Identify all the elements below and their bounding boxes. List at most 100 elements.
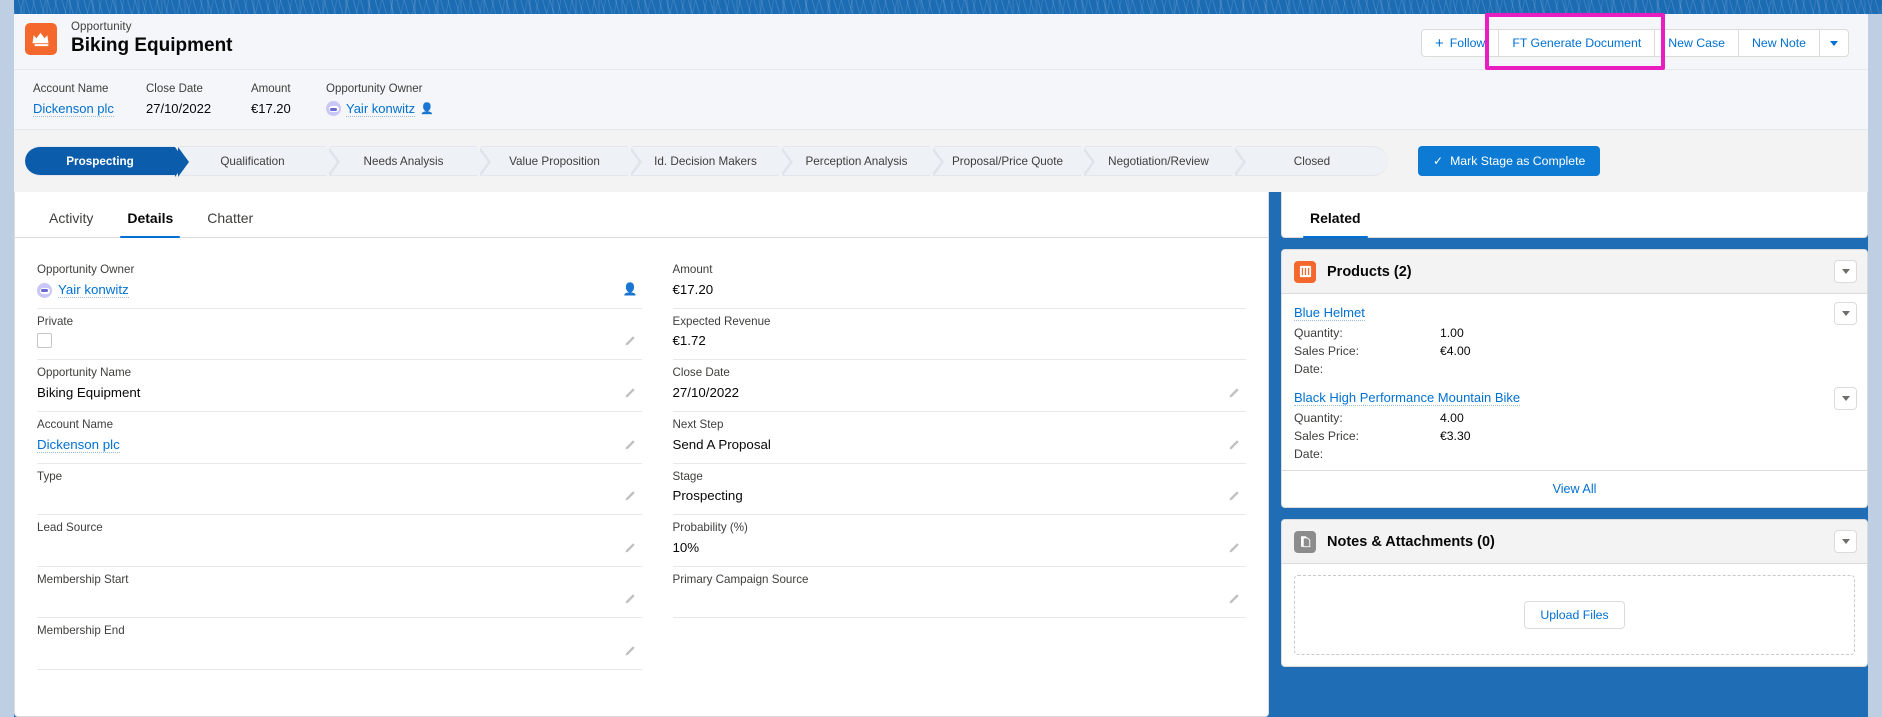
path-stage-qualification[interactable]: Qualification <box>179 146 326 176</box>
field-label: Close Date <box>673 365 1247 381</box>
field-close-date: Close Date 27/10/2022 <box>673 360 1247 412</box>
details-column-right: Amount €17.20 Expected Revenue €1.72 Clo… <box>642 257 1247 670</box>
product-icon <box>1294 261 1316 283</box>
field-amount: Amount €17.20 <box>673 257 1247 309</box>
edit-pencil-icon[interactable] <box>623 439 636 452</box>
field-label: Next Step <box>673 417 1247 433</box>
quantity-value: 1.00 <box>1440 326 1464 340</box>
field-label: Expected Revenue <box>673 314 1247 330</box>
edit-pencil-icon[interactable] <box>1227 490 1240 503</box>
edit-pencil-icon[interactable] <box>623 387 636 400</box>
new-note-button[interactable]: New Note <box>1738 29 1820 57</box>
mark-stage-complete-button[interactable]: ✓ Mark Stage as Complete <box>1418 146 1600 176</box>
path-stage-closed[interactable]: Closed <box>1236 146 1388 176</box>
chevron-down-icon <box>1842 269 1850 274</box>
column-gutter <box>1269 192 1281 717</box>
account-name-link[interactable]: Dickenson plc <box>37 437 120 453</box>
summary-value: Yair konwitz 👤 <box>326 101 434 117</box>
field-primary-campaign-source: Primary Campaign Source <box>673 567 1247 619</box>
product-price-row: Sales Price: €3.30 <box>1294 429 1855 443</box>
notes-card-menu-button[interactable] <box>1834 530 1857 553</box>
summary-field-close-date: Close Date 27/10/2022 <box>146 83 251 116</box>
product-row-menu-button[interactable] <box>1834 302 1857 325</box>
follow-button-label: Follow <box>1450 36 1486 50</box>
summary-field-amount: Amount €17.20 <box>251 83 326 116</box>
field-type: Type <box>37 464 642 516</box>
summary-field-account-name: Account Name Dickenson plc <box>33 83 146 117</box>
tab-activity[interactable]: Activity <box>32 210 110 237</box>
path-stage-id-decision-makers[interactable]: Id. Decision Makers <box>632 146 779 176</box>
edit-pencil-icon[interactable] <box>623 490 636 503</box>
summary-label: Amount <box>251 83 326 97</box>
related-panel: Related Products (2 <box>1281 192 1868 717</box>
product-name-link[interactable]: Black High Performance Mountain Bike <box>1294 390 1520 406</box>
file-icon <box>1294 531 1316 553</box>
field-value: Dickenson plc <box>37 437 642 454</box>
file-dropzone[interactable]: Upload Files <box>1294 575 1855 655</box>
record-header: Opportunity Biking Equipment + Follow FT… <box>14 14 1868 70</box>
path-stage-needs-analysis[interactable]: Needs Analysis <box>330 146 477 176</box>
check-icon: ✓ <box>1433 154 1443 168</box>
avatar <box>326 101 341 116</box>
path-stage-perception-analysis[interactable]: Perception Analysis <box>783 146 930 176</box>
field-label: Membership Start <box>37 572 642 588</box>
date-label: Date: <box>1294 362 1440 376</box>
tab-chatter[interactable]: Chatter <box>190 210 270 237</box>
edit-pencil-icon[interactable] <box>623 593 636 606</box>
new-case-button[interactable]: New Case <box>1654 29 1739 57</box>
field-account-name: Account Name Dickenson plc <box>37 412 642 464</box>
more-actions-button[interactable] <box>1819 29 1849 57</box>
browser-top-decoration <box>0 0 1882 14</box>
private-checkbox[interactable] <box>37 333 52 348</box>
edit-pencil-icon[interactable] <box>1227 542 1240 555</box>
follow-button[interactable]: + Follow <box>1421 29 1499 57</box>
summary-value: 27/10/2022 <box>146 101 251 116</box>
date-label: Date: <box>1294 447 1440 461</box>
path-stage-prospecting[interactable]: Prospecting <box>25 146 175 176</box>
summary-label: Opportunity Owner <box>326 83 434 97</box>
field-label: Membership End <box>37 623 642 639</box>
field-value: €1.72 <box>673 333 1247 350</box>
ft-generate-document-button[interactable]: FT Generate Document <box>1498 29 1655 57</box>
edit-pencil-icon[interactable] <box>623 335 636 348</box>
field-membership-start: Membership Start <box>37 567 642 619</box>
field-label: Lead Source <box>37 520 642 536</box>
detail-tabs: Activity Details Chatter <box>15 192 1268 238</box>
field-label: Opportunity Owner <box>37 262 642 278</box>
product-name-link[interactable]: Blue Helmet <box>1294 305 1365 321</box>
path-stage-negotiation-review[interactable]: Negotiation/Review <box>1085 146 1232 176</box>
path-stage-value-proposition[interactable]: Value Proposition <box>481 146 628 176</box>
field-opportunity-owner: Opportunity Owner Yair konwitz 👤 <box>37 257 642 309</box>
summary-field-opportunity-owner: Opportunity Owner Yair konwitz 👤 <box>326 83 434 117</box>
page-right-edge <box>1868 14 1882 717</box>
change-owner-icon[interactable]: 👤 <box>623 282 638 296</box>
account-name-link[interactable]: Dickenson plc <box>33 101 114 117</box>
tab-details[interactable]: Details <box>110 210 190 237</box>
edit-pencil-icon[interactable] <box>623 542 636 555</box>
upload-files-button[interactable]: Upload Files <box>1524 601 1624 629</box>
field-expected-revenue: Expected Revenue €1.72 <box>673 309 1247 361</box>
product-list-item: Blue Helmet Quantity: 1.00 Sales Price: … <box>1282 294 1867 385</box>
field-value: 10% <box>673 540 1247 557</box>
record-summary-fields: Account Name Dickenson plc Close Date 27… <box>14 70 1868 130</box>
edit-pencil-icon[interactable] <box>1227 387 1240 400</box>
products-view-all-link[interactable]: View All <box>1282 470 1867 507</box>
edit-pencil-icon[interactable] <box>1227 593 1240 606</box>
product-date-row: Date: <box>1294 447 1855 461</box>
opportunity-owner-link[interactable]: Yair konwitz <box>346 101 415 117</box>
avatar <box>37 283 52 298</box>
field-stage: Stage Prospecting <box>673 464 1247 516</box>
change-owner-icon[interactable]: 👤 <box>420 102 434 115</box>
summary-value: €17.20 <box>251 101 326 116</box>
tab-related[interactable]: Related <box>1293 210 1378 237</box>
product-quantity-row: Quantity: 1.00 <box>1294 326 1855 340</box>
path-stage-proposal-price-quote[interactable]: Proposal/Price Quote <box>934 146 1081 176</box>
details-form: Opportunity Owner Yair konwitz 👤 Private <box>15 238 1268 670</box>
header-action-buttons: + Follow FT Generate Document New Case N… <box>1421 29 1849 57</box>
field-label: Primary Campaign Source <box>673 572 1247 588</box>
product-row-menu-button[interactable] <box>1834 387 1857 410</box>
edit-pencil-icon[interactable] <box>623 645 636 658</box>
opportunity-owner-link[interactable]: Yair konwitz <box>58 282 129 298</box>
products-card-menu-button[interactable] <box>1834 260 1857 283</box>
edit-pencil-icon[interactable] <box>1227 439 1240 452</box>
